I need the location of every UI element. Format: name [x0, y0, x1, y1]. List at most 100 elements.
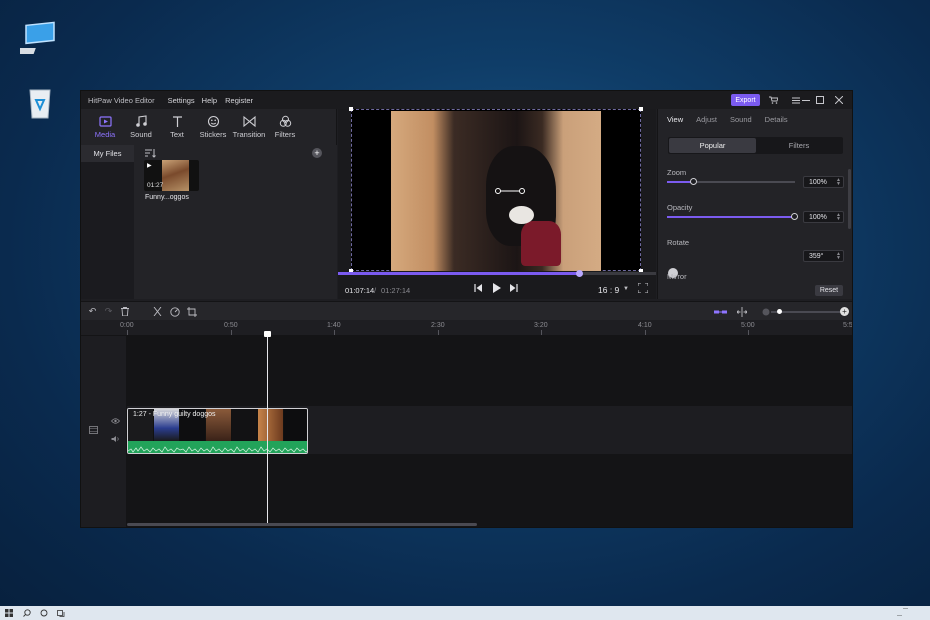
maximize-icon[interactable] [813, 93, 827, 107]
this-pc-icon[interactable] [11, 20, 60, 60]
add-media-button[interactable]: + [312, 148, 322, 158]
timeline-zoom-knob[interactable] [777, 309, 782, 314]
time-separator: / [374, 286, 377, 295]
opacity-value-field[interactable]: 100% ▲ ▼ [803, 211, 844, 223]
ruler-tick [438, 330, 439, 335]
undo-icon[interactable]: ↶ [87, 306, 98, 317]
opacity-label: Opacity [667, 203, 693, 212]
snap-icon[interactable] [713, 306, 727, 317]
playhead[interactable] [267, 331, 268, 525]
menu-settings[interactable]: Settings [168, 96, 195, 105]
tab-sound-props[interactable]: Sound [730, 115, 752, 124]
zoom-in-icon[interactable]: + [840, 307, 849, 316]
zoom-value: 100% [809, 178, 827, 186]
sort-icon[interactable] [145, 148, 157, 158]
prev-frame-icon[interactable] [472, 282, 484, 294]
play-icon[interactable] [490, 282, 502, 294]
minimize-icon[interactable] [799, 93, 813, 107]
tab-transition[interactable]: Transition [231, 109, 267, 145]
tab-label: Text [170, 130, 184, 139]
delete-icon[interactable] [119, 306, 130, 317]
windows-start-icon[interactable] [4, 608, 14, 618]
speed-icon[interactable] [169, 306, 180, 317]
preview-progress-bar[interactable] [338, 270, 656, 277]
search-icon[interactable] [22, 608, 32, 618]
rotate-value-field[interactable]: 359° ▲ ▼ [803, 250, 844, 262]
video-clip[interactable]: 1:27 - Funny guilty doggos [127, 408, 308, 454]
spinner-icon[interactable]: ▲ ▼ [836, 252, 841, 261]
tab-label: Filters [274, 130, 296, 139]
thumbnail-image [162, 160, 189, 191]
video-track-icon [89, 425, 98, 434]
media-thumbnail[interactable]: ▶ 01:27 [144, 160, 199, 191]
tab-sound[interactable]: Sound [123, 109, 159, 145]
zoom-slider[interactable] [667, 178, 795, 185]
reset-button[interactable]: Reset [815, 285, 843, 296]
cart-icon[interactable] [766, 93, 780, 107]
sidebar-item-my-files[interactable]: My Files [81, 145, 134, 162]
timeline-ruler[interactable]: 0:00 0:50 1:40 2:30 3:20 4:10 5:00 5:5 [81, 320, 853, 336]
media-duration: 01:27 [147, 182, 164, 189]
tab-media[interactable]: Media [87, 109, 123, 145]
progress-knob[interactable] [576, 270, 583, 277]
tab-filters[interactable]: Filters [267, 109, 303, 145]
properties-tabs: View Adjust Sound Details [658, 109, 852, 129]
close-icon[interactable] [832, 93, 846, 107]
segment-control: Popular Filters [668, 137, 843, 154]
opacity-value: 100% [809, 213, 827, 221]
resize-handle[interactable] [349, 107, 353, 111]
menu-register[interactable]: Register [225, 96, 253, 105]
opacity-slider[interactable] [667, 213, 798, 220]
recycle-bin-icon[interactable] [20, 82, 60, 122]
rotate-handle[interactable] [495, 188, 525, 194]
bowtie-icon [242, 115, 256, 128]
timeline-scrollbar[interactable] [127, 523, 477, 526]
tab-stickers[interactable]: Stickers [195, 109, 231, 145]
task-view-icon[interactable] [56, 608, 66, 618]
clip-label: 1:27 - Funny guilty doggos [133, 411, 216, 418]
segment-filters[interactable]: Filters [756, 138, 842, 153]
next-frame-icon[interactable] [507, 282, 519, 294]
fullscreen-icon[interactable] [638, 283, 648, 293]
export-button[interactable]: Export [731, 94, 760, 106]
title-bar: HitPaw Video Editor Settings Help Regist… [81, 91, 852, 109]
slider-knob[interactable] [690, 178, 697, 185]
tab-details[interactable]: Details [765, 115, 788, 124]
crop-icon[interactable] [186, 306, 197, 317]
aspect-ratio-select[interactable]: 16 : 9 [598, 285, 619, 295]
properties-scrollbar[interactable] [848, 169, 851, 229]
tool-tabs: Media Sound Text Stickers Transition Fil… [81, 109, 337, 145]
eye-icon[interactable] [111, 416, 120, 425]
slider-knob[interactable] [791, 213, 798, 220]
tab-adjust[interactable]: Adjust [696, 115, 717, 124]
total-time: 01:27:14 [381, 286, 411, 295]
clock-date: — [897, 613, 902, 619]
fit-timeline-icon[interactable] [736, 306, 747, 317]
redo-icon[interactable]: ↷ [103, 306, 114, 317]
tab-view[interactable]: View [667, 115, 683, 124]
zoom-value-field[interactable]: 100% ▲ ▼ [803, 176, 844, 188]
timeline-toolbar: ↶ ↷ + [81, 301, 852, 320]
media-name: Funny...oggos [145, 194, 189, 201]
mirror-label: Mirror [667, 272, 687, 281]
spinner-icon[interactable]: ▲ ▼ [836, 178, 841, 187]
track-headers [81, 336, 127, 527]
playhead-handle[interactable] [264, 331, 271, 337]
ruler-label: 4:10 [638, 322, 652, 329]
rotate-label: Rotate [667, 238, 690, 247]
menu-help[interactable]: Help [202, 96, 217, 105]
segment-popular[interactable]: Popular [669, 138, 756, 153]
ruler-label: 5:5 [843, 322, 853, 329]
volume-icon[interactable] [111, 434, 120, 443]
zoom-out-icon[interactable] [760, 306, 771, 317]
chevron-down-icon[interactable]: ▼ [623, 286, 629, 292]
tab-text[interactable]: Text [159, 109, 195, 145]
video-preview: 01:07:14 / 01:27:14 16 : 9 ▼ [338, 107, 656, 299]
dog-chest [509, 206, 534, 224]
cortana-icon[interactable] [39, 608, 49, 618]
split-icon[interactable] [152, 306, 163, 317]
video-canvas[interactable] [349, 107, 643, 273]
resize-handle[interactable] [639, 107, 643, 111]
spinner-icon[interactable]: ▲ ▼ [836, 213, 841, 222]
app-title: HitPaw Video Editor [88, 95, 155, 105]
